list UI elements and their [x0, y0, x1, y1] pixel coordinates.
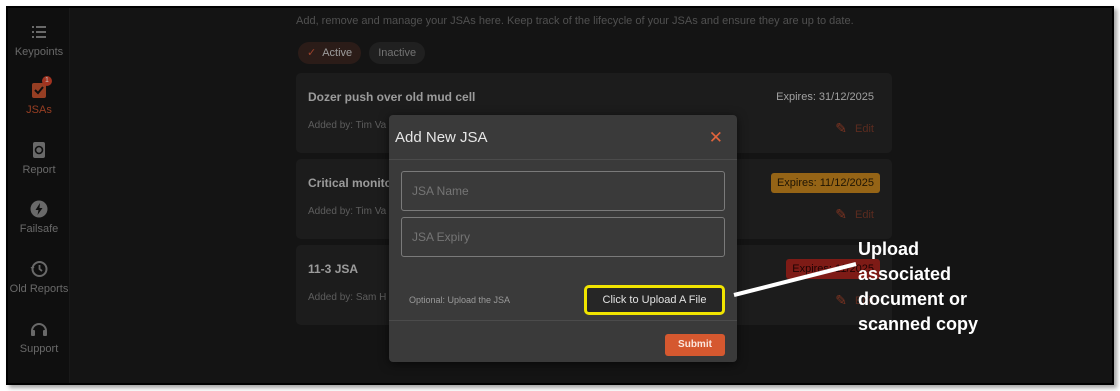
- app-window: Keypoints 1 JSAs Report Failsafe Old Rep…: [6, 6, 1114, 385]
- callout-annotation: Upload associated document or scanned co…: [858, 239, 979, 334]
